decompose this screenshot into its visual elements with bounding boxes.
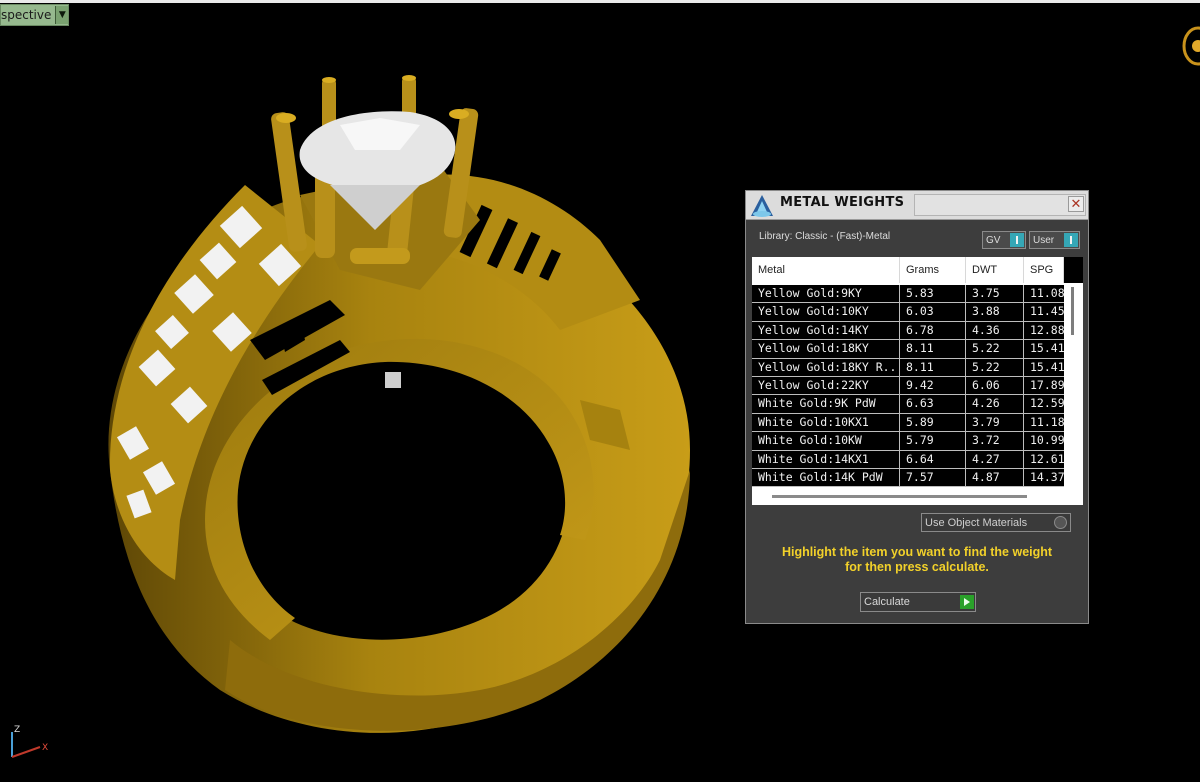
vertical-scrollbar[interactable] bbox=[1064, 285, 1083, 488]
navigation-cube-icon[interactable] bbox=[1176, 18, 1200, 70]
play-icon[interactable] bbox=[960, 595, 974, 609]
header-filler bbox=[1064, 257, 1083, 283]
table-row[interactable]: Yellow Gold:14KY 6.78 4.36 12.88 bbox=[752, 321, 1064, 341]
cell-dwt: 4.87 bbox=[966, 468, 1024, 487]
radio-icon[interactable] bbox=[1054, 516, 1067, 529]
cell-dwt: 4.27 bbox=[966, 450, 1024, 468]
calculate-button[interactable]: Calculate bbox=[860, 592, 976, 612]
cell-dwt: 6.06 bbox=[966, 376, 1024, 395]
cell-grams: 5.83 bbox=[900, 285, 966, 303]
table-row[interactable]: Yellow Gold:10KY 6.03 3.88 11.45 bbox=[752, 303, 1064, 322]
cell-dwt: 3.88 bbox=[966, 303, 1024, 321]
table-row[interactable]: White Gold:9K PdW 6.63 4.26 12.59 bbox=[752, 395, 1064, 414]
table-body: Yellow Gold:9KY 5.83 3.75 11.08 Yellow Gold:… bbox=[752, 285, 1064, 488]
cell-spg: 12.61 bbox=[1030, 451, 1064, 466]
viewport-label-text: spective bbox=[1, 8, 52, 22]
cell-grams: 7.57 bbox=[900, 468, 966, 487]
horizontal-scrollbar[interactable] bbox=[752, 488, 1083, 505]
table-row[interactable]: White Gold:10KW 5.79 3.72 10.99 bbox=[752, 432, 1064, 451]
instruction-line-1: Highlight the item you want to find the … bbox=[781, 545, 1053, 559]
cell-grams: 9.42 bbox=[900, 376, 966, 395]
cell-dwt: 3.75 bbox=[966, 285, 1024, 303]
cell-spg: 11.08 bbox=[1030, 286, 1064, 300]
table-header: Metal Grams DWT SPG bbox=[752, 257, 1083, 283]
cell-metal: Yellow Gold:9KY bbox=[752, 285, 900, 303]
column-header-dwt[interactable]: DWT bbox=[966, 257, 1024, 283]
table-row[interactable]: White Gold:14K PdW 7.57 4.87 14.37 bbox=[752, 468, 1064, 488]
cell-metal: White Gold:14KX1 bbox=[752, 450, 900, 468]
table-row[interactable]: Yellow Gold:18KY R... 8.11 5.22 15.41 bbox=[752, 358, 1064, 377]
cell-spg: 17.89 bbox=[1030, 377, 1064, 392]
cell-dwt: 4.26 bbox=[966, 395, 1024, 413]
cell-spg: 11.45 bbox=[1030, 304, 1064, 319]
table-row[interactable]: Yellow Gold:9KY 5.83 3.75 11.08 bbox=[752, 285, 1064, 304]
cell-grams: 6.78 bbox=[900, 321, 966, 340]
library-label: Library: Classic - (Fast)-Metal bbox=[759, 231, 891, 242]
cell-dwt: 4.36 bbox=[966, 321, 1024, 340]
app-logo-icon bbox=[747, 192, 777, 218]
cell-spg: 14.37 bbox=[1030, 469, 1064, 484]
panel-title: METAL WEIGHTS bbox=[780, 195, 905, 210]
close-icon[interactable]: ✕ bbox=[1068, 196, 1084, 212]
cell-metal: Yellow Gold:22KY bbox=[752, 376, 900, 395]
column-header-spg[interactable]: SPG bbox=[1024, 257, 1064, 283]
cell-grams: 8.11 bbox=[900, 358, 966, 376]
cell-dwt: 3.72 bbox=[966, 432, 1024, 450]
cell-metal: Yellow Gold:18KY bbox=[752, 340, 900, 358]
cell-grams: 5.79 bbox=[900, 432, 966, 450]
table-row[interactable]: White Gold:10KX1 5.89 3.79 11.18 bbox=[752, 413, 1064, 433]
cell-grams: 6.63 bbox=[900, 395, 966, 413]
table-row[interactable]: Yellow Gold:18KY 8.11 5.22 15.41 bbox=[752, 340, 1064, 359]
use-object-materials-option[interactable]: Use Object Materials bbox=[921, 513, 1071, 532]
metal-table[interactable]: Metal Grams DWT SPG Yellow Gold:9KY 5.83 3… bbox=[752, 257, 1083, 505]
cell-dwt: 5.22 bbox=[966, 340, 1024, 358]
cell-spg: 12.59 bbox=[1030, 396, 1064, 411]
cell-dwt: 5.22 bbox=[966, 358, 1024, 376]
cell-grams: 6.64 bbox=[900, 450, 966, 468]
cell-dwt: 3.79 bbox=[966, 413, 1024, 432]
cell-spg: 15.41 bbox=[1030, 341, 1064, 356]
dropdown-toggle-icon[interactable] bbox=[1010, 233, 1024, 247]
cell-grams: 6.03 bbox=[900, 303, 966, 321]
cell-metal: White Gold:9K PdW bbox=[752, 395, 900, 413]
panel-title-bar[interactable]: METAL WEIGHTS ✕ bbox=[746, 191, 1088, 220]
cell-grams: 8.11 bbox=[900, 340, 966, 358]
column-header-grams[interactable]: Grams bbox=[900, 257, 966, 283]
instruction-line-2: for then press calculate. bbox=[845, 560, 989, 574]
user-dropdown-label: User bbox=[1033, 234, 1055, 246]
cell-grams: 5.89 bbox=[900, 413, 966, 432]
axis-x-label: X bbox=[42, 743, 48, 753]
title-bar-spacer bbox=[914, 194, 1086, 216]
table-row[interactable]: White Gold:14KX1 6.64 4.27 12.61 bbox=[752, 450, 1064, 469]
cell-metal: White Gold:10KX1 bbox=[752, 413, 900, 432]
axis-z-label: Z bbox=[14, 725, 20, 735]
instruction-text: Highlight the item you want to find the … bbox=[746, 545, 1088, 575]
vertical-scroll-thumb[interactable] bbox=[1071, 287, 1074, 335]
dropdown-toggle-icon[interactable] bbox=[1064, 233, 1078, 247]
metal-weights-panel[interactable]: METAL WEIGHTS ✕ Library: Classic - (Fast… bbox=[745, 190, 1089, 624]
cell-metal: White Gold:10KW bbox=[752, 432, 900, 450]
gv-dropdown-label: GV bbox=[986, 234, 1001, 246]
user-dropdown[interactable]: User bbox=[1029, 231, 1080, 249]
viewport-label[interactable]: spective ▼ bbox=[0, 4, 70, 26]
column-header-metal[interactable]: Metal bbox=[752, 257, 900, 283]
cell-metal: Yellow Gold:18KY R... bbox=[752, 358, 900, 376]
axis-gizmo-icon: Z X bbox=[11, 725, 48, 758]
horizontal-scroll-thumb[interactable] bbox=[772, 495, 1027, 498]
chevron-down-icon[interactable]: ▼ bbox=[55, 6, 69, 24]
cell-spg: 15.41 bbox=[1030, 359, 1064, 374]
cell-metal: Yellow Gold:14KY bbox=[752, 321, 900, 340]
3d-viewport[interactable]: spective ▼ Z X METAL WEIGHTS ✕ Library: … bbox=[0, 0, 1200, 782]
calculate-label: Calculate bbox=[864, 596, 910, 608]
cell-spg: 11.18 bbox=[1030, 414, 1064, 429]
gv-dropdown[interactable]: GV bbox=[982, 231, 1026, 249]
cell-spg: 12.88 bbox=[1030, 322, 1064, 337]
cell-spg: 10.99 bbox=[1030, 433, 1064, 448]
use-object-materials-label: Use Object Materials bbox=[925, 516, 1028, 529]
table-row[interactable]: Yellow Gold:22KY 9.42 6.06 17.89 bbox=[752, 376, 1064, 396]
cell-metal: Yellow Gold:10KY bbox=[752, 303, 900, 321]
cell-metal: White Gold:14K PdW bbox=[752, 468, 900, 487]
